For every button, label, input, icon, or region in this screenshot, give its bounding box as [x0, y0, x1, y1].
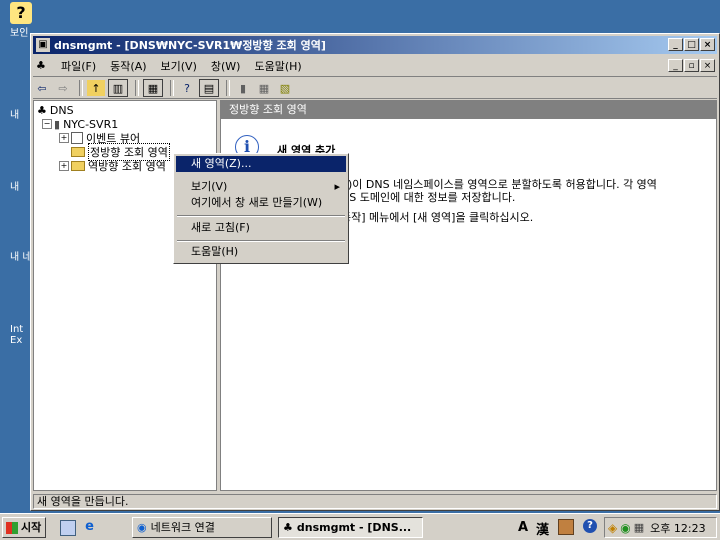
- desktop-icon-my-computer[interactable]: 내: [0, 80, 34, 121]
- maximize-button[interactable]: □: [684, 38, 699, 51]
- quicklaunch-ie-icon[interactable]: e: [82, 519, 97, 534]
- pane-header: 정방향 조회 영역: [221, 101, 716, 119]
- mdi-icon: ♣: [36, 59, 46, 72]
- show-hide-tree-icon[interactable]: ▥: [108, 79, 128, 97]
- info-line-2: NS 도메인에 대한 정보를 저장합니다.: [341, 191, 516, 204]
- quicklaunch-desktop-icon[interactable]: [60, 520, 76, 536]
- mdi-minimize-button[interactable]: _: [668, 59, 683, 72]
- server-icon[interactable]: ▮: [234, 80, 252, 96]
- menu-view[interactable]: 보기(V): [154, 58, 204, 74]
- context-menu-label: 보기(V): [191, 180, 228, 193]
- menu-help[interactable]: 도움말(H): [247, 58, 308, 74]
- toolbar-separator: [170, 80, 174, 96]
- desktop-icon-internet-explorer[interactable]: Int Ex: [0, 298, 34, 346]
- app-icon: ▣: [36, 38, 50, 52]
- close-button[interactable]: ×: [700, 38, 715, 51]
- network-tray-icon[interactable]: ◉: [620, 521, 630, 535]
- tree-node-forward-lookup[interactable]: 정방향 조회 영역: [71, 143, 170, 161]
- dns-icon: ♣: [37, 103, 47, 117]
- system-tray: ◈ ◉ ▦ 오후 12:23: [604, 517, 717, 538]
- tree-node-reverse-lookup[interactable]: + 역방향 조회 영역: [59, 159, 166, 173]
- start-button[interactable]: 시작: [2, 517, 46, 538]
- up-folder-icon[interactable]: ↑: [87, 80, 105, 96]
- ime-tool-icon[interactable]: [558, 519, 574, 535]
- menu-separator: [177, 240, 345, 242]
- desktop-icon-my-network[interactable]: 내: [0, 152, 34, 193]
- taskbar-button-label: 네트워크 연결: [150, 521, 215, 534]
- network-icon: ◉: [137, 521, 147, 534]
- ime-mode-indicator[interactable]: A: [518, 520, 528, 535]
- context-menu-new-zone[interactable]: 새 영역(Z)...: [176, 156, 346, 172]
- help-icon[interactable]: ?: [583, 519, 597, 533]
- menu-window[interactable]: 창(W): [204, 58, 248, 74]
- help-icon[interactable]: ?: [178, 80, 196, 96]
- title-bar[interactable]: ▣ dnsmgmt - [DNS₩NYC-SVR1₩정방향 조회 영역] _ □…: [33, 36, 717, 54]
- tree-node-label: NYC-SVR1: [63, 117, 119, 131]
- taskbar-button-label: dnsmgmt - [DNS...: [296, 521, 412, 534]
- status-bar: 새 영역을 만듭니다.: [33, 494, 717, 509]
- taskbar-button-network[interactable]: ◉ 네트워크 연결: [132, 517, 272, 538]
- folder-icon: [71, 161, 85, 171]
- back-icon[interactable]: ⇦: [33, 80, 51, 96]
- menu-separator: [177, 215, 345, 217]
- minimize-button[interactable]: _: [668, 38, 683, 51]
- context-menu: 새 영역(Z)... 보기(V) ▸ 여기에서 창 새로 만들기(W) 새로 고…: [173, 153, 349, 264]
- context-menu-view[interactable]: 보기(V) ▸: [176, 179, 346, 195]
- tree-node-label: 역방향 조회 영역: [88, 160, 166, 173]
- menu-file[interactable]: 파일(F): [54, 58, 103, 74]
- context-menu-refresh[interactable]: 새로 고침(F): [176, 220, 346, 236]
- menu-bar: ♣ 파일(F) 동작(A) 보기(V) 창(W) 도움말(H) _ ▫ ×: [33, 56, 717, 77]
- window-title: dnsmgmt - [DNS₩NYC-SVR1₩정방향 조회 영역]: [54, 39, 326, 52]
- expand-icon[interactable]: +: [59, 133, 69, 143]
- event-viewer-icon: [71, 132, 83, 144]
- toolbar-separator: [135, 80, 139, 96]
- collapse-icon[interactable]: −: [42, 119, 52, 129]
- toolbar-separator: [79, 80, 83, 96]
- info-line-3: 동작] 메뉴에서 [새 영역]을 클릭하십시오.: [341, 211, 534, 224]
- tree-node-server[interactable]: − ▮ NYC-SVR1: [42, 117, 118, 131]
- tree-node-label: DNS: [49, 103, 74, 117]
- desktop-icon-network-places[interactable]: 내 네: [0, 222, 34, 263]
- export-list-icon[interactable]: ▦: [143, 79, 163, 97]
- zone-icon[interactable]: ▦: [255, 80, 273, 96]
- start-label: 시작: [21, 521, 42, 534]
- forward-icon[interactable]: ⇨: [54, 80, 72, 96]
- dns-icon: ♣: [283, 521, 293, 534]
- server-icon: ▮: [54, 117, 61, 131]
- context-menu-help[interactable]: 도움말(H): [176, 244, 346, 260]
- clock: 오후 12:23: [650, 521, 706, 535]
- context-menu-new-window[interactable]: 여기에서 창 새로 만들기(W): [176, 195, 346, 211]
- taskbar: 시작 e ◉ 네트워크 연결 ♣ dnsmgmt - [DNS... A 漢 ?…: [0, 513, 720, 540]
- shield-icon[interactable]: ◈: [608, 521, 617, 535]
- question-icon: ?: [10, 2, 32, 24]
- mdi-restore-button[interactable]: ▫: [684, 59, 699, 72]
- expand-icon[interactable]: +: [59, 161, 69, 171]
- desktop-icon-my-documents[interactable]: ? 보인: [0, 2, 34, 39]
- keyboard-icon[interactable]: ▦: [634, 521, 644, 534]
- properties-icon[interactable]: ▤: [199, 79, 219, 97]
- ime-hanja-indicator[interactable]: 漢: [536, 519, 549, 538]
- taskbar-button-dnsmgmt[interactable]: ♣ dnsmgmt - [DNS...: [278, 517, 423, 538]
- toolbar-separator: [226, 80, 230, 96]
- submenu-arrow-icon: ▸: [334, 180, 340, 193]
- windows-logo-icon: [6, 521, 18, 534]
- toolbar: ⇦ ⇨ ↑ ▥ ▦ ? ▤ ▮ ▦ ▧: [33, 78, 717, 99]
- mdi-close-button[interactable]: ×: [700, 59, 715, 72]
- tree-node-dns[interactable]: ♣ DNS: [37, 103, 74, 117]
- record-icon[interactable]: ▧: [276, 80, 294, 96]
- folder-icon: [71, 147, 85, 157]
- dnsmgmt-window: ▣ dnsmgmt - [DNS₩NYC-SVR1₩정방향 조회 영역] _ □…: [30, 33, 720, 511]
- menu-action[interactable]: 동작(A): [103, 58, 153, 74]
